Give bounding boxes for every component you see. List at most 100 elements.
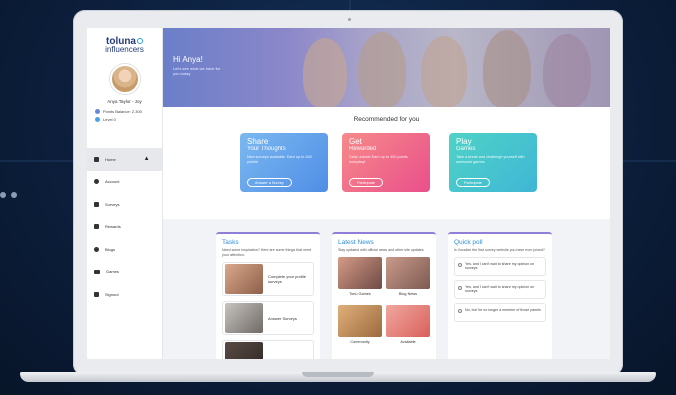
news-item[interactable]: Blog News bbox=[386, 256, 430, 301]
sidebar-item-label: Surveys bbox=[105, 201, 120, 207]
card-share[interactable]: Share Your Thoughts New surveys availabl… bbox=[240, 133, 328, 192]
poll-question: Is Vocalize the first survey website you… bbox=[454, 248, 545, 252]
level-icon bbox=[95, 117, 100, 122]
poll-option-label: No, but I'm no longer a member of those … bbox=[465, 307, 541, 312]
news-item[interactable]: Tonu Games bbox=[338, 256, 382, 301]
poll-option[interactable]: Yes, and I can't wait to share my opinio… bbox=[454, 279, 546, 299]
news-image bbox=[386, 304, 430, 337]
news-image bbox=[386, 256, 430, 289]
sidebar-item-label: Signout bbox=[105, 291, 119, 297]
level-row: Level 0 bbox=[87, 117, 162, 122]
poll-option[interactable]: No, but I'm no longer a member of those … bbox=[454, 302, 546, 322]
hero-greeting: Hi Anya! bbox=[173, 55, 203, 64]
task-item[interactable] bbox=[222, 340, 314, 359]
card-title: Play bbox=[456, 137, 472, 146]
participate-button[interactable]: Participate bbox=[349, 178, 383, 187]
task-image bbox=[225, 342, 263, 359]
sidebar-item-label: Blogs bbox=[105, 246, 116, 252]
hero-photo bbox=[421, 36, 467, 107]
sidebar-nav: Home ▲ Account Surveys Rewards Blogs Gam… bbox=[87, 148, 162, 306]
points-row: Points Balance: 2,300 bbox=[87, 109, 162, 114]
background-dots bbox=[0, 192, 17, 198]
sidebar-item-rewards[interactable]: Rewards bbox=[87, 216, 162, 239]
news-label: Blog News bbox=[398, 291, 418, 296]
sidebar-item-label: Rewards bbox=[105, 224, 121, 230]
laptop-notch bbox=[302, 372, 374, 377]
tasks-text: Need some inspiration? Here are some thi… bbox=[222, 248, 312, 257]
task-label: Complete your profile surveys bbox=[268, 274, 307, 284]
tasks-title: Tasks bbox=[222, 239, 239, 246]
sidebar-item-games[interactable]: Games bbox=[87, 261, 162, 284]
sidebar: toluna influencers Anya Taylor - Joy Poi… bbox=[87, 28, 163, 359]
card-title: Get bbox=[349, 137, 362, 146]
news-grid: Tonu Games Blog News Community Available bbox=[338, 256, 430, 349]
recommended-section: Recommended for you Share Your Thoughts … bbox=[163, 107, 610, 219]
home-icon bbox=[94, 156, 99, 162]
gift-icon bbox=[94, 224, 99, 230]
card-text: Daily unlock! Earn up to 400 points ever… bbox=[349, 155, 408, 164]
laptop-camera bbox=[348, 18, 351, 21]
points-balance: Points Balance: 2,300 bbox=[103, 109, 142, 114]
card-subtitle: Games bbox=[456, 146, 476, 152]
radio-icon bbox=[458, 262, 462, 267]
star-icon bbox=[95, 109, 100, 114]
clipboard-icon bbox=[94, 201, 99, 207]
news-title: Latest News bbox=[338, 239, 374, 246]
sidebar-item-surveys[interactable]: Surveys bbox=[87, 193, 162, 216]
card-title: Share bbox=[247, 137, 269, 146]
news-label: Community bbox=[350, 339, 370, 344]
hero-banner: Hi Anya! Let's see what we have for you … bbox=[163, 28, 610, 107]
news-panel: Latest News Stay updated with official n… bbox=[332, 232, 436, 359]
sidebar-item-signout[interactable]: Signout bbox=[87, 283, 162, 306]
chat-icon bbox=[94, 246, 99, 252]
radio-icon bbox=[458, 285, 462, 290]
avatar[interactable] bbox=[109, 64, 140, 94]
card-subtitle: Your Thoughts bbox=[247, 146, 286, 152]
sidebar-item-label: Games bbox=[106, 269, 119, 275]
news-text: Stay updated with official news and othe… bbox=[338, 248, 424, 252]
hero-photo bbox=[358, 32, 406, 107]
card-play-games[interactable]: Play Games Take a break and challenge yo… bbox=[449, 133, 537, 192]
gamepad-icon bbox=[94, 269, 100, 274]
sidebar-item-account[interactable]: Account bbox=[87, 171, 162, 194]
sidebar-item-blogs[interactable]: Blogs bbox=[87, 238, 162, 261]
poll-option[interactable]: Yes, and I can't wait to share my opinio… bbox=[454, 256, 546, 276]
logo-bottom-text: influencers bbox=[105, 45, 144, 54]
news-image bbox=[338, 304, 382, 337]
poll-option-label: Yes, and I can't wait to share my opinio… bbox=[465, 284, 535, 294]
task-label: Answer Surveys bbox=[268, 315, 297, 321]
sidebar-item-home[interactable]: Home ▲ bbox=[87, 148, 162, 171]
hero-photo bbox=[483, 30, 531, 107]
answer-survey-button[interactable]: Answer a Survey bbox=[247, 178, 292, 187]
logo[interactable]: toluna influencers bbox=[87, 28, 162, 54]
sidebar-item-label: Home bbox=[105, 156, 116, 162]
news-item[interactable]: Community bbox=[338, 304, 382, 349]
task-image bbox=[225, 303, 263, 333]
poll-title: Quick poll bbox=[454, 239, 483, 246]
signout-icon bbox=[94, 291, 99, 297]
card-subtitle: Rewarded bbox=[349, 146, 377, 152]
task-item[interactable]: Answer Surveys bbox=[222, 301, 314, 335]
user-level: Level 0 bbox=[103, 117, 116, 122]
logo-icon bbox=[137, 38, 143, 44]
hero-photo bbox=[303, 38, 347, 107]
recommended-title: Recommended for you bbox=[353, 116, 420, 123]
hero-subtitle: Let's see what we have for you today bbox=[173, 66, 221, 76]
app-screen: toluna influencers Anya Taylor - Joy Poi… bbox=[87, 28, 610, 359]
poll-option-label: Yes, and I can't wait to share my opinio… bbox=[465, 261, 535, 271]
tasks-panel: Tasks Need some inspiration? Here are so… bbox=[216, 232, 320, 359]
poll-panel: Quick poll Is Vocalize the first survey … bbox=[448, 232, 552, 359]
news-image bbox=[338, 256, 382, 289]
news-item[interactable]: Available bbox=[386, 304, 430, 349]
task-item[interactable]: Complete your profile surveys bbox=[222, 262, 314, 296]
task-image bbox=[225, 264, 263, 294]
cursor-icon: ▲ bbox=[143, 156, 150, 163]
sidebar-item-label: Account bbox=[105, 179, 120, 185]
news-label: Tonu Games bbox=[349, 291, 371, 296]
user-name: Anya Taylor - Joy bbox=[107, 99, 142, 104]
hero-photo bbox=[543, 34, 591, 107]
card-get-rewarded[interactable]: Get Rewarded Daily unlock! Earn up to 40… bbox=[342, 133, 430, 192]
radio-icon bbox=[458, 308, 462, 313]
news-label: Available bbox=[400, 339, 416, 344]
participate-button[interactable]: Participate bbox=[456, 178, 490, 187]
